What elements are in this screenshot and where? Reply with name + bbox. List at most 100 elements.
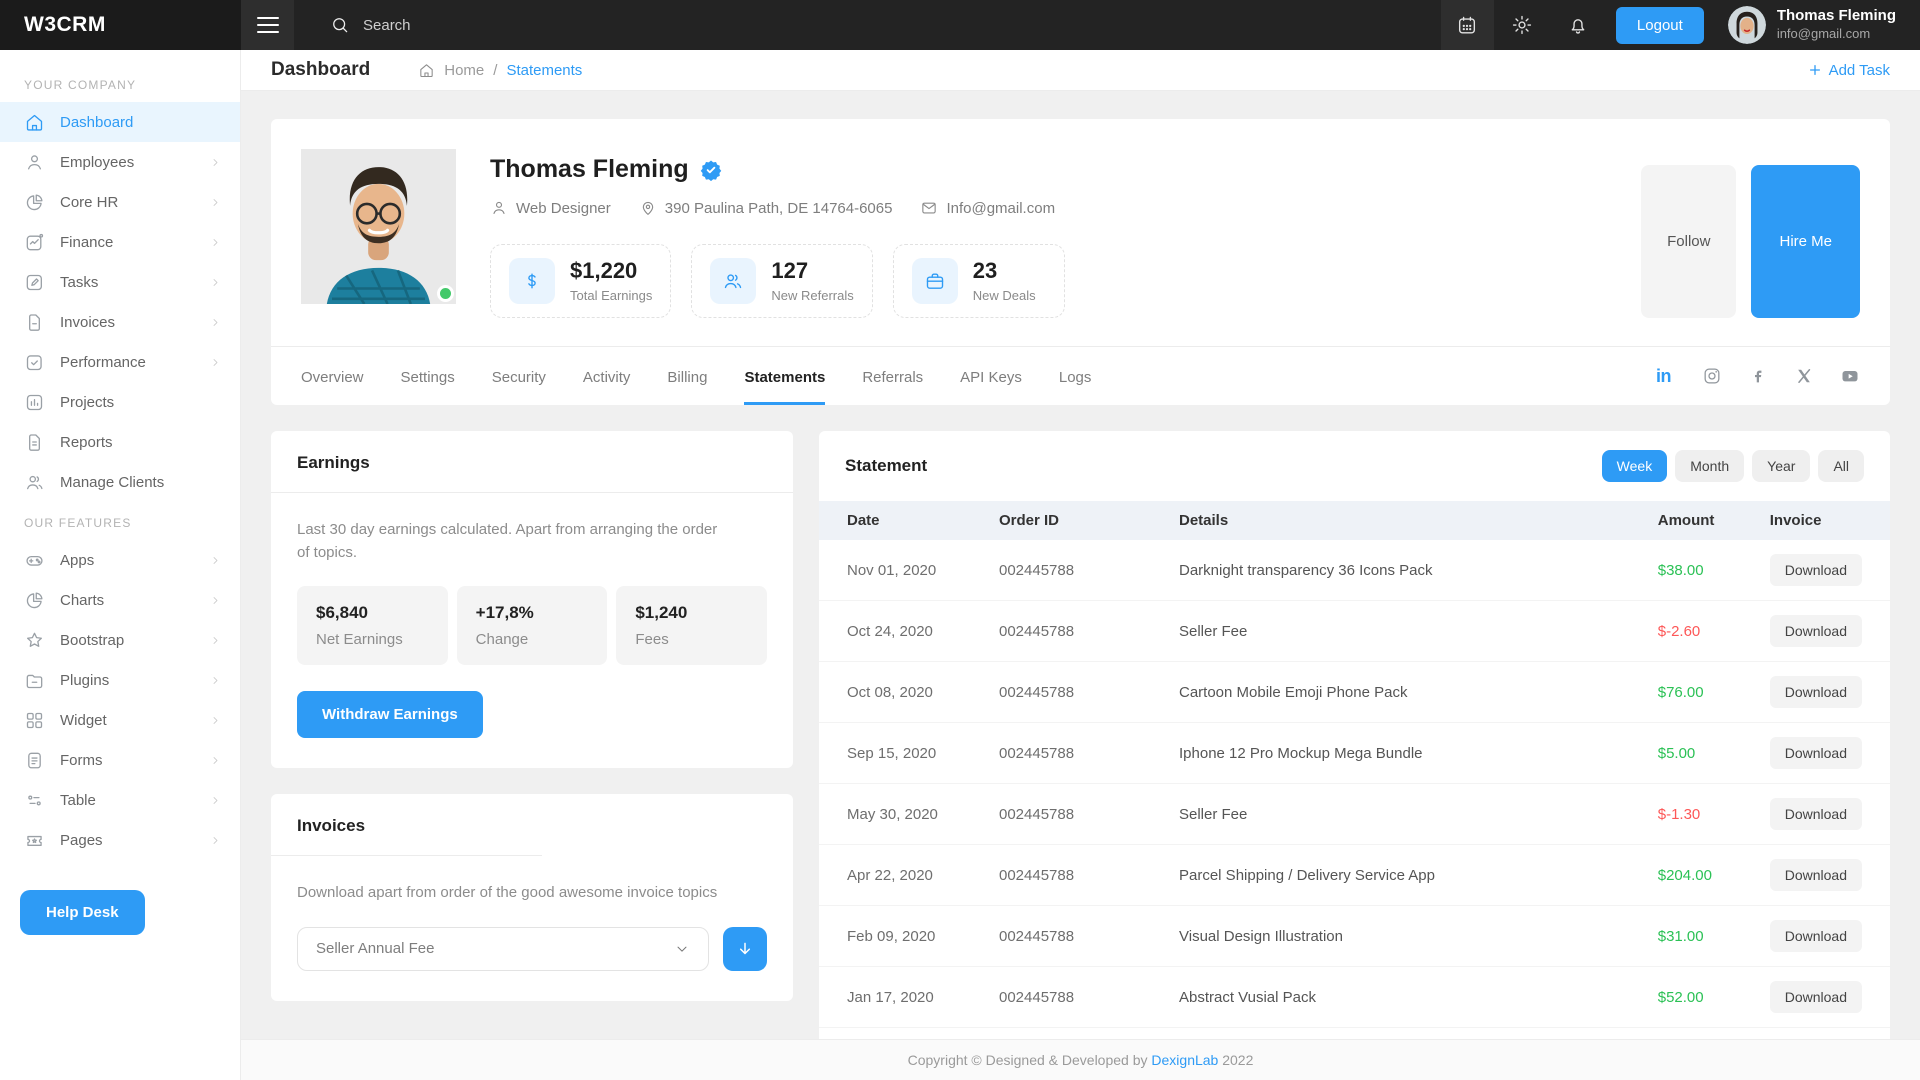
download-button[interactable]: Download (1770, 554, 1862, 586)
profile-tab[interactable]: Referrals (862, 347, 923, 405)
sidebar-item[interactable]: Pages (0, 820, 240, 860)
sidebar-item[interactable]: Dashboard (0, 102, 240, 142)
profile-tab[interactable]: Settings (401, 347, 455, 405)
sidebar-item[interactable]: Tasks (0, 262, 240, 302)
menu-toggle-button[interactable] (241, 0, 294, 50)
download-button[interactable]: Download (1770, 859, 1862, 891)
deals-icon (912, 258, 958, 304)
table-row: May 30, 2020 002445788 Seller Fee $-1.30… (819, 784, 1890, 845)
download-button[interactable]: Download (1770, 981, 1862, 1013)
chevron-right-icon (209, 236, 222, 249)
statement-filters: Week Month Year All (1602, 450, 1864, 482)
global-search (330, 15, 1441, 35)
tasks-icon (24, 272, 45, 293)
sidebar-item[interactable]: Reports (0, 422, 240, 462)
sidebar-item[interactable]: Table (0, 780, 240, 820)
user-menu[interactable]: Thomas Fleming info@gmail.com (1728, 6, 1920, 44)
forms-icon (24, 750, 45, 771)
gear-icon (1511, 14, 1533, 36)
profile-tab[interactable]: Security (492, 347, 546, 405)
invoice-select[interactable]: Seller Annual Fee (297, 927, 709, 971)
sidebar-item[interactable]: Invoices (0, 302, 240, 342)
chevron-right-icon (209, 316, 222, 329)
referrals-icon (710, 258, 756, 304)
performance-icon (24, 352, 45, 373)
filter-button[interactable]: All (1818, 450, 1864, 482)
footer-brand-link[interactable]: DexignLab (1151, 1052, 1218, 1068)
sidebar-section-label-features: OUR FEATURES (0, 502, 240, 540)
profile-tab[interactable]: Logs (1059, 347, 1092, 405)
charts-icon (24, 590, 45, 611)
top-navbar: W3CRM Logout (0, 0, 1920, 50)
withdraw-earnings-button[interactable]: Withdraw Earnings (297, 691, 483, 738)
filter-button[interactable]: Week (1602, 450, 1668, 482)
cell-order-id: 002445788 (999, 662, 1179, 723)
reports-icon (24, 432, 45, 453)
breadcrumb-home[interactable]: Home (444, 62, 484, 79)
download-button[interactable]: Download (1770, 920, 1862, 952)
profile-tab[interactable]: API Keys (960, 347, 1022, 405)
cell-order-id: 002445788 (999, 784, 1179, 845)
hamburger-icon (257, 17, 279, 33)
follow-button[interactable]: Follow (1641, 165, 1736, 318)
facebook-icon[interactable] (1748, 366, 1768, 386)
cell-order-id: 002445788 (999, 723, 1179, 784)
profile-tab[interactable]: Billing (667, 347, 707, 405)
help-desk-button[interactable]: Help Desk (20, 890, 145, 935)
chevron-right-icon (209, 834, 222, 847)
cell-date: Nov 01, 2020 (819, 540, 999, 601)
cell-order-id: 002445788 (999, 540, 1179, 601)
chevron-right-icon (209, 356, 222, 369)
calendar-button[interactable] (1441, 0, 1494, 50)
hire-me-button[interactable]: Hire Me (1751, 165, 1860, 318)
sidebar-item[interactable]: Employees (0, 142, 240, 182)
person-icon (490, 199, 508, 217)
instagram-icon[interactable] (1702, 366, 1722, 386)
sidebar-item[interactable]: Core HR (0, 182, 240, 222)
search-input[interactable] (363, 17, 663, 34)
breadcrumb-current[interactable]: Statements (506, 62, 582, 79)
profile-tab[interactable]: Overview (301, 347, 364, 405)
earnings-card: Earnings Last 30 day earnings calculated… (271, 431, 793, 768)
sidebar-item-label: Widget (60, 712, 107, 729)
download-button[interactable]: Download (1770, 737, 1862, 769)
sidebar-item[interactable]: Charts (0, 580, 240, 620)
cell-date: Apr 22, 2020 (819, 845, 999, 906)
sidebar-nav-company: Dashboard Employees Core HR (0, 102, 240, 502)
cell-amount: $31.00 (1658, 928, 1704, 945)
sidebar-item[interactable]: Finance (0, 222, 240, 262)
table-row: Jan 17, 2020 002445788 Abstract Vusial P… (819, 967, 1890, 1028)
filter-button[interactable]: Year (1752, 450, 1810, 482)
sidebar-item[interactable]: Performance (0, 342, 240, 382)
download-button[interactable]: Download (1770, 615, 1862, 647)
brand-logo[interactable]: W3CRM (0, 0, 241, 50)
profile-tab[interactable]: Activity (583, 347, 631, 405)
youtube-icon[interactable] (1840, 366, 1860, 386)
filter-button[interactable]: Month (1675, 450, 1744, 482)
earnings-stat: $1,240 Fees (616, 586, 767, 665)
sidebar-item[interactable]: Plugins (0, 660, 240, 700)
sidebar-item-label: Bootstrap (60, 632, 124, 649)
stat-label: Total Earnings (570, 288, 652, 303)
notifications-button[interactable] (1550, 0, 1606, 50)
sidebar-item-label: Reports (60, 434, 113, 451)
settings-button[interactable] (1494, 0, 1550, 50)
sidebar-item[interactable]: Manage Clients (0, 462, 240, 502)
x-icon[interactable] (1794, 366, 1814, 386)
sidebar-item[interactable]: Apps (0, 540, 240, 580)
add-task-button[interactable]: Add Task (1808, 62, 1890, 79)
profile-tab[interactable]: Statements (744, 347, 825, 405)
cell-date: May 30, 2020 (819, 784, 999, 845)
download-button[interactable]: Download (1770, 798, 1862, 830)
sidebar-item[interactable]: Bootstrap (0, 620, 240, 660)
sidebar-item[interactable]: Projects (0, 382, 240, 422)
download-button[interactable]: Download (1770, 676, 1862, 708)
profile-photo (301, 149, 456, 304)
logout-button[interactable]: Logout (1616, 7, 1704, 44)
column-header-date: Date (819, 501, 999, 540)
sidebar-item[interactable]: Forms (0, 740, 240, 780)
sidebar-item-label: Finance (60, 234, 113, 251)
invoice-download-button[interactable] (723, 927, 767, 971)
sidebar-item[interactable]: Widget (0, 700, 240, 740)
linkedin-icon[interactable]: in (1656, 366, 1676, 386)
